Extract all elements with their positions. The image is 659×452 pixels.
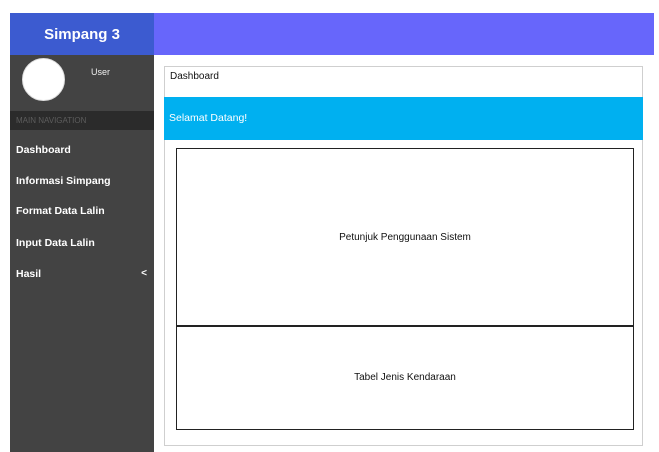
brand-logo[interactable]: Simpang 3 <box>10 13 154 55</box>
user-panel: User <box>10 55 154 109</box>
guide-panel: Petunjuk Penggunaan Sistem <box>176 148 634 327</box>
top-navbar <box>154 13 654 55</box>
sidebar-item-label: Input Data Lalin <box>16 237 95 249</box>
welcome-banner: Selamat Datang! <box>164 97 643 140</box>
chevron-left-icon[interactable]: < <box>141 263 147 285</box>
breadcrumb: Dashboard <box>170 71 219 82</box>
sidebar-item-dashboard[interactable]: Dashboard <box>10 139 154 161</box>
main-content: Dashboard Selamat Datang! Petunjuk Pengg… <box>164 66 643 446</box>
avatar[interactable] <box>22 58 65 101</box>
sidebar-item-label: Dashboard <box>16 144 71 156</box>
sidebar-item-label: Format Data Lalin <box>16 205 105 217</box>
sidebar-item-informasi-simpang[interactable]: Informasi Simpang <box>10 170 154 192</box>
user-name: User <box>91 67 111 77</box>
vehicle-type-table-title: Tabel Jenis Kendaraan <box>354 372 456 383</box>
sidebar-item-format-data-lalin[interactable]: Format Data Lalin <box>10 200 154 222</box>
sidebar-item-input-data-lalin[interactable]: Input Data Lalin <box>10 232 154 254</box>
guide-panel-title: Petunjuk Penggunaan Sistem <box>339 232 471 243</box>
sidebar-item-hasil[interactable]: Hasil < <box>10 263 154 285</box>
brand-title: Simpang 3 <box>44 25 120 43</box>
nav-header: MAIN NAVIGATION <box>10 111 154 130</box>
sidebar-item-label: Hasil <box>16 268 42 280</box>
vehicle-type-table-panel: Tabel Jenis Kendaraan <box>176 325 634 430</box>
sidebar: User MAIN NAVIGATION Dashboard Informasi… <box>10 55 154 452</box>
sidebar-item-label: Informasi Simpang <box>16 175 111 187</box>
